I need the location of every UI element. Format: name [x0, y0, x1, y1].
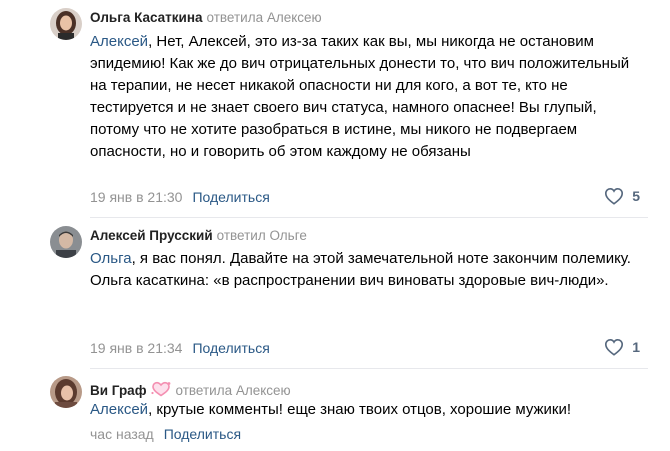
comment-meta: 19 янв в 21:30 Поделиться	[90, 189, 270, 205]
comment-header: Ви Граф ответила Алексею	[90, 381, 291, 400]
comment-body: , крутые комменты! еще знаю твоих отцов,…	[148, 401, 572, 418]
divider	[90, 368, 648, 369]
mention-link[interactable]: Алексей	[90, 401, 148, 418]
comment-text: Алексей, крутые комменты! еще знаю твоих…	[90, 399, 650, 421]
heart-outline-icon	[604, 338, 624, 356]
timestamp[interactable]: час назад	[90, 426, 154, 442]
timestamp[interactable]: 19 янв в 21:30	[90, 189, 182, 205]
like-count: 1	[632, 339, 640, 355]
share-button[interactable]: Поделиться	[164, 426, 241, 442]
share-button[interactable]: Поделиться	[192, 340, 269, 356]
comment-text: Ольга, я вас понял. Давайте на этой заме…	[90, 248, 635, 292]
comment-body: , я вас понял. Давайте на этой замечател…	[131, 250, 631, 267]
comment-meta: 19 янв в 21:34 Поделиться	[90, 340, 270, 356]
reply-target[interactable]: ответила Алексею	[176, 383, 291, 398]
comment-line: Ольга, я вас понял. Давайте на этой заме…	[90, 248, 635, 270]
reply-target[interactable]: ответила Алексею	[207, 10, 322, 25]
avatar[interactable]	[50, 376, 82, 408]
comment-text: Алексей, Нет, Алексей, это из-за таких к…	[90, 31, 635, 163]
like-button[interactable]: 5	[604, 187, 640, 205]
like-button[interactable]: 1	[604, 338, 640, 356]
avatar[interactable]	[50, 8, 82, 40]
comment-header: Алексей Прусский ответил Ольге	[90, 228, 307, 243]
reply-target[interactable]: ответил Ольге	[217, 228, 307, 243]
like-count: 5	[632, 188, 640, 204]
author-name[interactable]: Ольга Касаткина	[90, 10, 203, 25]
author-name[interactable]: Ви Граф	[90, 383, 147, 398]
mention-link[interactable]: Алексей	[90, 33, 148, 50]
share-button[interactable]: Поделиться	[192, 189, 269, 205]
comment-body: , Нет, Алексей, это из-за таких как вы, …	[90, 33, 630, 160]
comment-meta: час назад Поделиться	[90, 426, 241, 442]
comment-line: Ольга касаткина: «в распространении вич …	[90, 272, 609, 289]
divider	[90, 217, 648, 218]
avatar[interactable]	[50, 226, 82, 258]
comment-header: Ольга Касаткина ответила Алексею	[90, 10, 322, 25]
heart-outline-icon	[604, 187, 624, 205]
author-name[interactable]: Алексей Прусский	[90, 228, 213, 243]
mention-link[interactable]: Ольга	[90, 250, 132, 267]
timestamp[interactable]: 19 янв в 21:34	[90, 340, 182, 356]
heart-badge-icon	[150, 381, 172, 400]
